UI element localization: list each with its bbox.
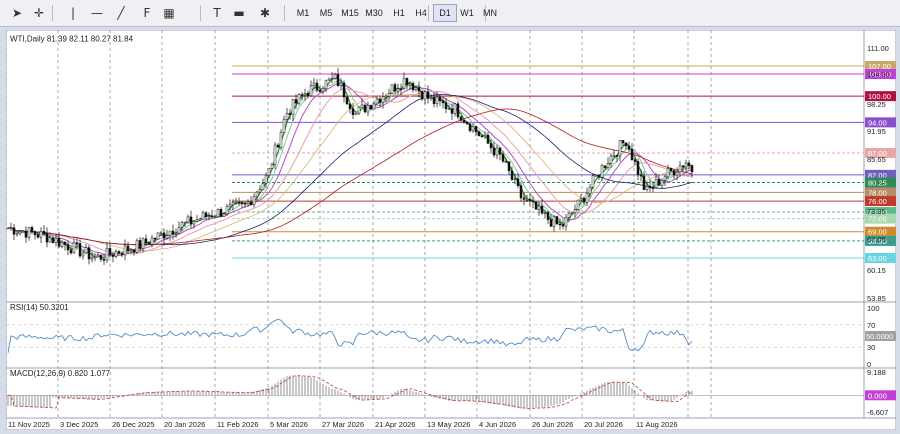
date-axis-label: 3 Dec 2025 <box>60 420 98 429</box>
price-scale-label: 85.65 <box>867 155 886 164</box>
date-axis-label: 21 Apr 2026 <box>375 420 415 429</box>
rsi-title: RSI(14) 50.3201 <box>10 303 69 312</box>
macd-title: MACD(12,26,9) 0.820 1.077 <box>10 369 111 378</box>
date-axis-label: 11 Aug 2026 <box>636 420 678 429</box>
level-label-text: 80.25 <box>868 179 887 188</box>
date-axis-label: 11 Nov 2025 <box>8 420 50 429</box>
trendline-icon[interactable]: ╱ <box>112 3 130 23</box>
timeframe-mn[interactable]: MN <box>479 5 501 21</box>
timeframe-w1[interactable]: W1 <box>456 5 478 21</box>
price-scale-label: 104.36 <box>867 70 890 79</box>
price-scale-label: 73.35 <box>867 207 886 216</box>
label-icon[interactable]: ▬ <box>230 3 248 23</box>
shapes-icon[interactable]: ✱ <box>256 3 274 23</box>
date-axis-label: 13 May 2026 <box>427 420 470 429</box>
timeframe-m5[interactable]: M5 <box>315 5 337 21</box>
timeframe-m15[interactable]: M15 <box>339 5 361 21</box>
level-label-text: 76.00 <box>868 197 887 206</box>
macd-scale-label: 9.188 <box>867 368 886 377</box>
chart-area[interactable]: 107.00105.00100.0094.0087.0082.0080.2578… <box>6 30 896 430</box>
price-scale-label: 111.00 <box>867 44 889 53</box>
date-axis-label: 20 Jul 2026 <box>584 420 623 429</box>
rsi-scale-label: 70 <box>867 321 875 330</box>
price-scale-label: 91.95 <box>867 127 886 136</box>
fibonacci-icon[interactable]: F <box>138 3 156 23</box>
horizontal-line-icon[interactable]: — <box>88 3 106 23</box>
macd-current-label: 0.000 <box>868 391 887 400</box>
text-icon[interactable]: T <box>208 3 226 23</box>
cursor-icon[interactable]: ➤ <box>8 3 26 23</box>
symbol-info: WTI,Daily 81.39 82.11 80.27 81.84 <box>10 35 134 44</box>
date-axis-label: 5 Mar 2026 <box>270 420 308 429</box>
rsi-scale-label: 30 <box>867 343 875 352</box>
timeframe-h4[interactable]: H4 <box>410 5 432 21</box>
rsi-current-label: 50.0000 <box>866 332 893 341</box>
price-scale-label: 98.25 <box>867 100 886 109</box>
date-axis-label: 26 Dec 2025 <box>112 420 155 429</box>
date-axis-label: 27 Mar 2026 <box>322 420 364 429</box>
level-label-text: 78.00 <box>868 188 887 197</box>
date-axis-label: 20 Jan 2026 <box>164 420 205 429</box>
price-scale-label: 60.15 <box>867 266 886 275</box>
timeframe-d1[interactable]: D1 <box>433 4 457 22</box>
vertical-line-icon[interactable]: | <box>64 3 82 23</box>
rsi-scale-label: 100 <box>867 304 880 313</box>
date-axis-label: 26 Jun 2026 <box>532 420 573 429</box>
channel-icon[interactable]: ▦ <box>160 3 178 23</box>
price-scale-label: 67.05 <box>867 235 886 244</box>
level-label-text: 63.00 <box>868 254 887 263</box>
timeframe-m30[interactable]: M30 <box>363 5 385 21</box>
toolbar: ➤ ✛ | — ╱ F ▦ T ▬ ✱ M1 M5 M15 M30 H1 H4 D1 W1 MN <box>0 0 900 27</box>
timeframe-m1[interactable]: M1 <box>292 5 314 21</box>
timeframe-h1[interactable]: H1 <box>388 5 410 21</box>
price-scale-label: 53.85 <box>867 294 886 303</box>
crosshair-icon[interactable]: ✛ <box>30 3 48 23</box>
date-axis-label: 4 Jun 2026 <box>479 420 516 429</box>
date-axis-label: 11 Feb 2026 <box>217 420 259 429</box>
macd-scale-label: -6.607 <box>867 408 888 417</box>
